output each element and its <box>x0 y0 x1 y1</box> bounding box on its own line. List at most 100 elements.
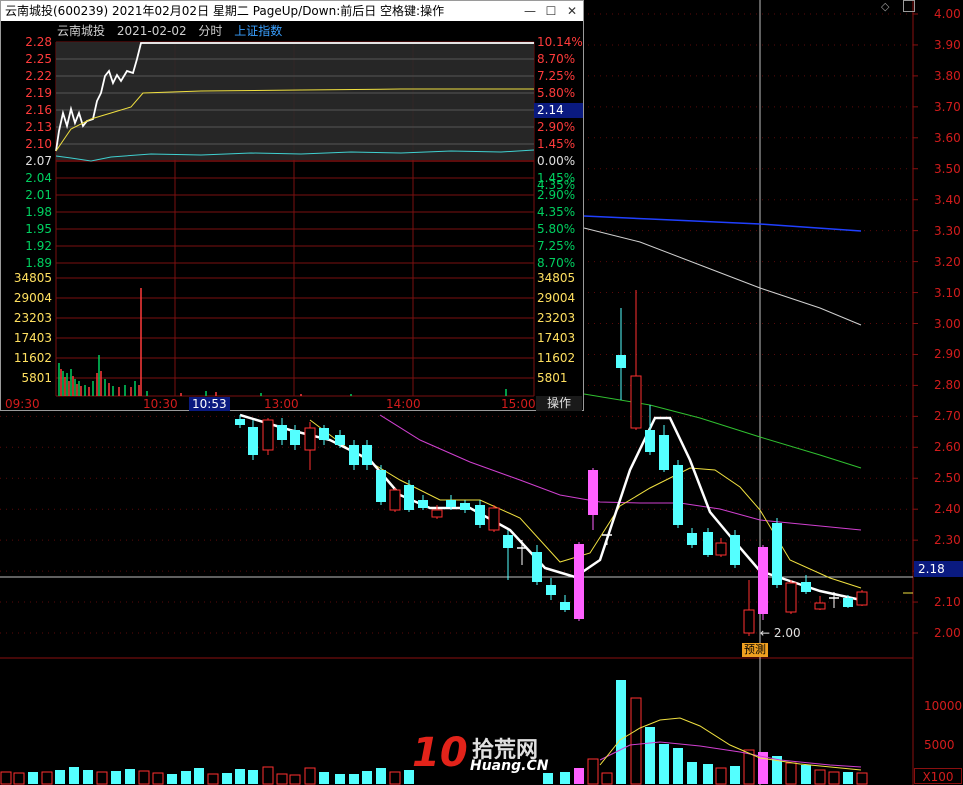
volume-bar <box>222 773 232 784</box>
intraday-price-label: 2.22 <box>25 69 52 83</box>
ma60-line <box>583 393 862 469</box>
candle-up <box>488 507 500 531</box>
volume-bar <box>111 771 121 784</box>
intraday-header: 云南城投 2021-02-02 分时 上证指数 <box>57 23 290 39</box>
intraday-pct-label: 4.35% <box>537 205 576 219</box>
candle-down <box>532 552 542 582</box>
intraday-time-label: 14:00 <box>386 397 421 411</box>
ma120-line <box>583 227 862 326</box>
restore-icon[interactable]: ☐ <box>542 1 560 21</box>
price-axis-label: 2.70 <box>934 409 961 424</box>
volume-bar <box>856 772 868 785</box>
intraday-price-label: 1.92 <box>25 239 52 253</box>
logo-en: Huang.CN <box>470 758 549 774</box>
candle-down <box>248 427 258 455</box>
candle-up <box>389 489 401 511</box>
intraday-pct-label: 7.25% <box>537 69 576 83</box>
candle-down <box>290 430 300 445</box>
price-axis-label: 3.70 <box>934 99 961 114</box>
price-axis-label: 2.00 <box>934 626 961 640</box>
ma250-line <box>583 215 862 232</box>
price-axis-label: 2.10 <box>934 595 961 610</box>
candle-up <box>262 419 274 451</box>
price-axis-label: 2.30 <box>934 533 961 548</box>
candle-up <box>304 427 316 451</box>
cursor-time-label: 10:53 <box>189 397 230 411</box>
price-axis-label: 3.40 <box>934 192 961 207</box>
volume-bar <box>673 748 683 784</box>
price-axis-label: 3.80 <box>934 68 961 83</box>
square-icon[interactable] <box>903 0 915 12</box>
intraday-price-label: 2.25 <box>25 52 52 66</box>
candle-down <box>703 532 713 555</box>
intraday-pct-label: 8.70% <box>537 256 576 270</box>
intraday-time-label: 09:30 <box>5 397 40 411</box>
candle-down <box>404 485 414 510</box>
popup-titlebar[interactable]: 云南城投(600239) 2021年02月02日 星期二 PageUp/Down… <box>1 1 583 21</box>
volume-bar <box>96 771 108 785</box>
diamond-icon[interactable]: ◇ <box>881 0 889 13</box>
intraday-price-label: 1.89 <box>25 256 52 270</box>
logo-number: 10 <box>412 730 468 776</box>
volume-bar <box>125 769 135 784</box>
ops-button[interactable]: 操作 <box>536 396 582 411</box>
volume-bar <box>69 767 79 784</box>
intraday-avg-line <box>55 88 534 152</box>
volume-bar <box>630 697 642 785</box>
ma20-line <box>379 414 862 531</box>
intraday-volume-label: 11602 <box>13 351 52 365</box>
forecast-badge[interactable]: 预測 <box>742 643 768 657</box>
volume-bar <box>207 773 219 785</box>
volume-bar <box>319 772 329 784</box>
volume-bar <box>181 771 191 784</box>
close-icon[interactable]: ✕ <box>563 1 581 21</box>
candle-down <box>446 500 456 507</box>
intraday-pct-label: 1.45% <box>537 137 576 151</box>
intraday-pct-label: 4.35% <box>537 178 576 192</box>
stock-name: 云南城投 <box>57 24 106 38</box>
volume-bar <box>828 771 840 785</box>
index-link[interactable]: 上证指数 <box>234 24 282 38</box>
candle-up <box>785 582 797 613</box>
candle-down <box>362 445 372 465</box>
intraday-price-label: 2.13 <box>25 120 52 134</box>
intraday-price-label: 1.95 <box>25 222 52 236</box>
intraday-price-label: 2.01 <box>25 188 52 202</box>
candle-down <box>730 535 740 565</box>
intraday-date: 2021-02-02 <box>116 24 187 38</box>
intraday-popup[interactable]: 云南城投(600239) 2021年02月02日 星期二 PageUp/Down… <box>0 0 584 411</box>
volume-bar <box>376 768 386 784</box>
volume-bar <box>785 762 797 785</box>
candle-down <box>801 582 811 592</box>
intraday-price-label: 2.04 <box>25 171 52 185</box>
price-axis-label: 3.00 <box>934 316 961 331</box>
price-axis-label: 3.20 <box>934 254 961 269</box>
watermark-logo: 10 拾荒网 Huang.CN <box>410 730 560 782</box>
intraday-price-label: 1.98 <box>25 205 52 219</box>
intraday-pct-label: 10.14% <box>537 35 583 49</box>
volume-bar <box>616 680 626 784</box>
volume-bar <box>28 772 38 784</box>
volume-bar <box>0 771 12 785</box>
price-axis-label: 3.90 <box>934 37 961 52</box>
candle-down <box>574 544 584 619</box>
volume-unit-label: X100 <box>914 768 962 784</box>
intraday-chart[interactable] <box>1 1 583 412</box>
intraday-time-label: 15:00 <box>501 397 536 411</box>
intraday-volume-label: 5801 <box>21 371 52 385</box>
intraday-time-label: 13:00 <box>264 397 299 411</box>
minimize-icon[interactable]: — <box>521 1 539 21</box>
volume-bar <box>560 772 570 784</box>
volume-bar <box>801 765 811 784</box>
volume-bar <box>601 772 613 785</box>
popup-title: 云南城投(600239) 2021年02月02日 星期二 PageUp/Down… <box>5 4 445 18</box>
candle-up <box>431 509 443 518</box>
candle-up <box>856 591 868 606</box>
intraday-volume-label: 23203 <box>537 311 576 325</box>
min-price-label: ← 2.00 <box>760 626 801 640</box>
intraday-time-label: 10:30 <box>143 397 178 411</box>
intraday-pct-label: 7.25% <box>537 239 576 253</box>
intraday-volume-label: 17403 <box>537 331 576 345</box>
candle-down <box>772 523 782 585</box>
volume-bar <box>659 744 669 784</box>
